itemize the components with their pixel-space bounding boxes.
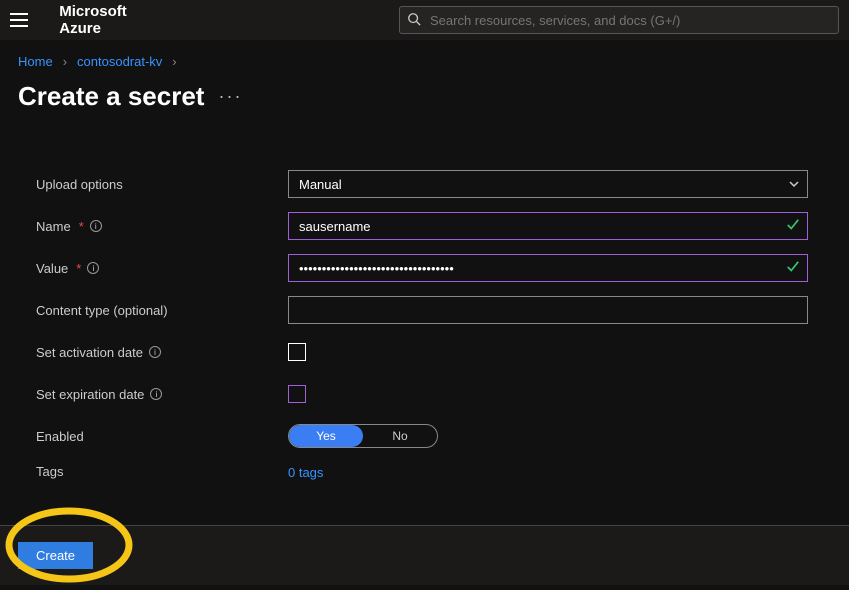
upload-options-select[interactable]: Manual	[288, 170, 808, 198]
page-title-row: Create a secret ···	[0, 75, 849, 132]
hamburger-menu-icon[interactable]	[10, 8, 31, 32]
breadcrumb-home[interactable]: Home	[18, 54, 53, 69]
value-label: Value	[36, 261, 68, 276]
create-secret-form: Upload options Manual Name * i Value * i	[0, 132, 849, 498]
upload-options-value: Manual	[299, 177, 342, 192]
create-button[interactable]: Create	[18, 542, 93, 569]
activation-checkbox[interactable]	[288, 343, 306, 361]
breadcrumb-resource[interactable]: contosodrat-kv	[77, 54, 162, 69]
content-type-input[interactable]	[288, 296, 808, 324]
info-icon[interactable]: i	[149, 346, 161, 358]
value-input[interactable]	[288, 254, 808, 282]
upload-options-label: Upload options	[36, 177, 288, 192]
search-input[interactable]	[399, 6, 839, 34]
more-menu-icon[interactable]: ···	[218, 86, 242, 107]
name-input[interactable]	[288, 212, 808, 240]
page-title: Create a secret	[18, 81, 204, 112]
content-type-label: Content type (optional)	[36, 303, 288, 318]
enabled-label: Enabled	[36, 429, 288, 444]
required-asterisk: *	[79, 219, 84, 234]
brand-title: Microsoft Azure	[59, 3, 159, 37]
info-icon[interactable]: i	[87, 262, 99, 274]
enabled-toggle[interactable]: Yes No	[288, 424, 438, 448]
info-icon[interactable]: i	[150, 388, 162, 400]
chevron-right-icon: ›	[63, 54, 67, 69]
info-icon[interactable]: i	[90, 220, 102, 232]
breadcrumb: Home › contosodrat-kv ›	[0, 40, 849, 75]
name-label: Name	[36, 219, 71, 234]
enabled-yes-option[interactable]: Yes	[289, 425, 363, 447]
tags-link[interactable]: 0 tags	[288, 465, 323, 480]
required-asterisk: *	[76, 261, 81, 276]
footer-bar: Create	[0, 525, 849, 585]
global-search[interactable]	[399, 6, 839, 34]
tags-label: Tags	[36, 464, 288, 479]
chevron-right-icon: ›	[172, 54, 176, 69]
topbar: Microsoft Azure	[0, 0, 849, 40]
enabled-no-option[interactable]: No	[363, 425, 437, 447]
activation-label: Set activation date	[36, 345, 143, 360]
expiration-label: Set expiration date	[36, 387, 144, 402]
expiration-checkbox[interactable]	[288, 385, 306, 403]
